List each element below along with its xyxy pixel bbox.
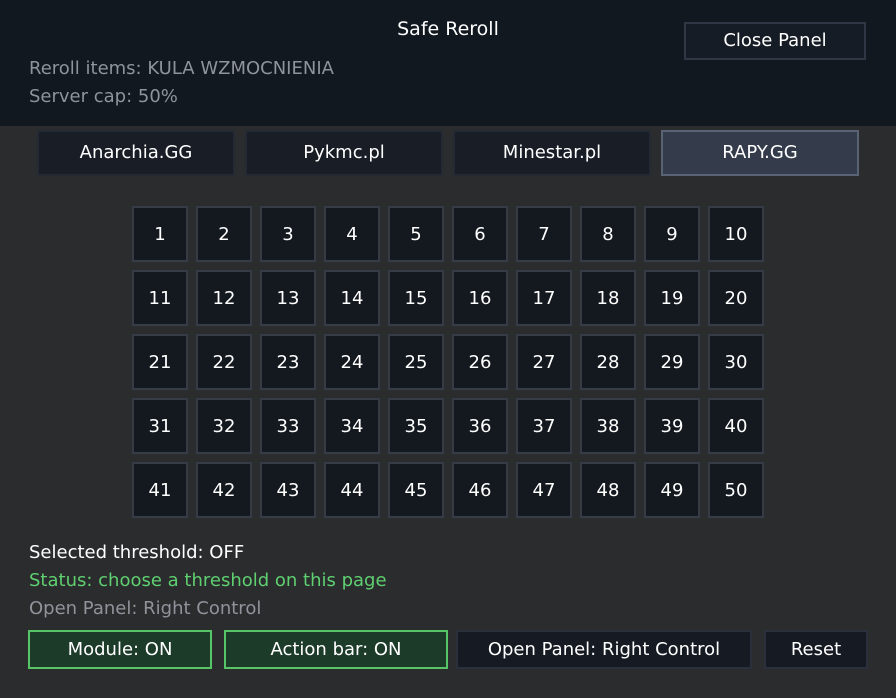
close-panel-button[interactable]: Close Panel xyxy=(684,22,866,60)
module-toggle-button[interactable]: Module: ON xyxy=(28,630,212,669)
threshold-cell[interactable]: 15 xyxy=(388,270,444,326)
threshold-cell[interactable]: 44 xyxy=(324,462,380,518)
threshold-cell[interactable]: 39 xyxy=(644,398,700,454)
threshold-cell[interactable]: 12 xyxy=(196,270,252,326)
threshold-cell[interactable]: 33 xyxy=(260,398,316,454)
reset-button[interactable]: Reset xyxy=(764,630,868,669)
threshold-cell[interactable]: 49 xyxy=(644,462,700,518)
server-tab-rapy[interactable]: RAPY.GG xyxy=(661,130,859,176)
threshold-cell[interactable]: 13 xyxy=(260,270,316,326)
threshold-cell[interactable]: 10 xyxy=(708,206,764,262)
threshold-cell[interactable]: 37 xyxy=(516,398,572,454)
threshold-cell[interactable]: 2 xyxy=(196,206,252,262)
threshold-cell[interactable]: 7 xyxy=(516,206,572,262)
threshold-cell[interactable]: 46 xyxy=(452,462,508,518)
threshold-cell[interactable]: 9 xyxy=(644,206,700,262)
threshold-cell[interactable]: 3 xyxy=(260,206,316,262)
action-bar-toggle-button[interactable]: Action bar: ON xyxy=(224,630,448,669)
threshold-cell[interactable]: 35 xyxy=(388,398,444,454)
threshold-cell[interactable]: 50 xyxy=(708,462,764,518)
threshold-cell[interactable]: 41 xyxy=(132,462,188,518)
threshold-cell[interactable]: 34 xyxy=(324,398,380,454)
threshold-cell[interactable]: 30 xyxy=(708,334,764,390)
reroll-items-text: Reroll items: KULA WZMOCNIENIA xyxy=(29,58,334,79)
threshold-cell[interactable]: 32 xyxy=(196,398,252,454)
threshold-cell[interactable]: 27 xyxy=(516,334,572,390)
threshold-cell[interactable]: 18 xyxy=(580,270,636,326)
threshold-cell[interactable]: 31 xyxy=(132,398,188,454)
server-tab-anarchia[interactable]: Anarchia.GG xyxy=(37,130,235,176)
threshold-cell[interactable]: 48 xyxy=(580,462,636,518)
threshold-cell[interactable]: 36 xyxy=(452,398,508,454)
threshold-cell[interactable]: 16 xyxy=(452,270,508,326)
threshold-cell[interactable]: 21 xyxy=(132,334,188,390)
threshold-cell[interactable]: 26 xyxy=(452,334,508,390)
threshold-cell[interactable]: 24 xyxy=(324,334,380,390)
threshold-cell[interactable]: 19 xyxy=(644,270,700,326)
open-panel-keybind-button[interactable]: Open Panel: Right Control xyxy=(456,630,752,669)
threshold-cell[interactable]: 5 xyxy=(388,206,444,262)
server-tab-minestar[interactable]: Minestar.pl xyxy=(453,130,651,176)
threshold-grid: 1 2 3 4 5 6 7 8 9 10 11 12 13 14 15 16 17 18 19 20 21 22 23 24 2… xyxy=(132,206,764,518)
threshold-cell[interactable]: 47 xyxy=(516,462,572,518)
server-cap-text: Server cap: 50% xyxy=(29,86,178,107)
threshold-cell[interactable]: 23 xyxy=(260,334,316,390)
threshold-cell[interactable]: 17 xyxy=(516,270,572,326)
threshold-cell[interactable]: 42 xyxy=(196,462,252,518)
threshold-cell[interactable]: 20 xyxy=(708,270,764,326)
threshold-cell[interactable]: 6 xyxy=(452,206,508,262)
selected-threshold-text: Selected threshold: OFF xyxy=(29,542,245,563)
threshold-cell[interactable]: 11 xyxy=(132,270,188,326)
threshold-cell[interactable]: 22 xyxy=(196,334,252,390)
threshold-cell[interactable]: 8 xyxy=(580,206,636,262)
threshold-cell[interactable]: 1 xyxy=(132,206,188,262)
threshold-cell[interactable]: 25 xyxy=(388,334,444,390)
status-message: Status: choose a threshold on this page xyxy=(29,570,387,591)
server-tab-pykmc[interactable]: Pykmc.pl xyxy=(245,130,443,176)
threshold-cell[interactable]: 40 xyxy=(708,398,764,454)
threshold-cell[interactable]: 38 xyxy=(580,398,636,454)
threshold-cell[interactable]: 29 xyxy=(644,334,700,390)
threshold-cell[interactable]: 4 xyxy=(324,206,380,262)
threshold-cell[interactable]: 45 xyxy=(388,462,444,518)
threshold-cell[interactable]: 14 xyxy=(324,270,380,326)
panel-header: Safe Reroll Reroll items: KULA WZMOCNIEN… xyxy=(0,0,896,126)
open-panel-hint: Open Panel: Right Control xyxy=(29,598,262,619)
threshold-cell[interactable]: 28 xyxy=(580,334,636,390)
threshold-cell[interactable]: 43 xyxy=(260,462,316,518)
